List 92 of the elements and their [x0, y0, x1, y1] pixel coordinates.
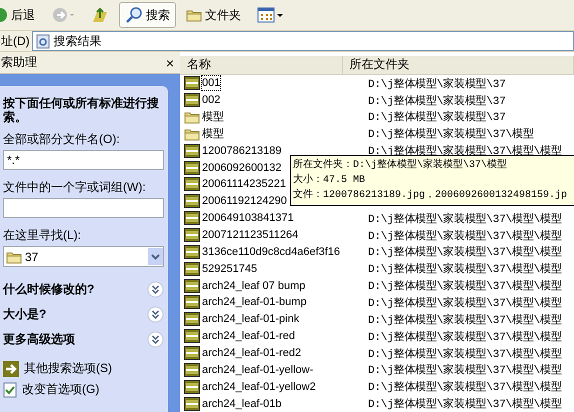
folder-path: D:\j整体模型\家装模型\37 [367, 94, 506, 108]
folder-path: D:\j整体模型\家装模型\37\模型\模型 [367, 244, 562, 260]
field-label: 全部或部分文件名(O): [3, 131, 121, 148]
image-file-icon [184, 312, 200, 326]
folder-path: D:\j整体模型\家装模型\37\模型\模型 [367, 296, 562, 310]
folder-icon [186, 8, 202, 22]
address-field[interactable]: 搜索结果 [32, 31, 574, 51]
image-file-icon [184, 228, 200, 242]
search-icon [125, 6, 143, 24]
file-name[interactable]: 2006092600132 [201, 160, 283, 176]
folders-button[interactable]: 文件夹 [180, 2, 247, 28]
search-prompt: 按下面任何或所有标准进行搜索。 [3, 96, 160, 124]
folder-path: D:\j整体模型\家装模型\37\模型\模型 [367, 346, 562, 361]
input-field[interactable] [3, 198, 164, 218]
field-label: 在这里寻找(L): [3, 227, 82, 244]
file-name[interactable]: arch24_leaf 07 bump [201, 278, 306, 294]
arrow-icon [3, 360, 19, 376]
image-file-icon [184, 380, 200, 394]
file-name[interactable]: 2007121123511264 [201, 227, 300, 243]
image-file-icon [184, 295, 200, 310]
option-link[interactable]: 其他搜索选项(S) [3, 358, 164, 379]
folder-icon [184, 126, 200, 141]
section-title: 什么时候修改的? [3, 281, 94, 298]
image-file-icon [184, 211, 200, 226]
expand-icon[interactable] [147, 281, 164, 298]
file-name[interactable]: arch24_leaf-01-red [201, 328, 296, 344]
file-name[interactable]: 模型 [201, 126, 225, 142]
image-file-icon [184, 396, 200, 411]
image-file-icon [184, 194, 200, 208]
folder-path: D:\j整体模型\家装模型\37\模型\模型 [367, 330, 562, 344]
file-name[interactable]: arch24_leaf-01-pink [201, 311, 300, 328]
address-label: 址(D) [0, 32, 31, 50]
image-file-icon [184, 278, 200, 293]
search-results-icon [36, 34, 50, 48]
file-name[interactable]: 20061192124290 [201, 193, 288, 210]
file-name[interactable]: arch24_leaf-01-bump [201, 294, 308, 310]
expand-icon[interactable] [147, 306, 164, 323]
image-file-icon [184, 262, 200, 276]
section-title: 大小是? [3, 306, 46, 323]
tooltip-line: 大小：47.5 MB [293, 173, 366, 188]
image-file-icon [184, 144, 200, 158]
pane-title: 索助理 [1, 54, 37, 71]
field-label: 文件中的一个字或词组(W): [3, 179, 147, 196]
input-field[interactable]: *.* [3, 150, 164, 170]
views-grid-icon [257, 7, 283, 23]
column-header[interactable]: 所在文件夹 [342, 56, 574, 74]
tooltip-line: 所在文件夹：D:\j整体模型\家装模型\37\模型 [293, 158, 508, 173]
look-in-dropdown[interactable]: 37 [3, 246, 164, 267]
file-name[interactable]: 3136ce110d9c8cd4a6ef3f16 [201, 244, 342, 260]
file-name[interactable]: 002 [201, 92, 222, 108]
image-file-icon [184, 76, 200, 90]
image-file-icon [184, 93, 200, 108]
forward-arrow-icon [51, 6, 75, 24]
option-link[interactable]: 改变首选项(G) [3, 379, 164, 400]
document-check-icon [3, 382, 17, 398]
close-button[interactable]: × [166, 54, 174, 70]
folder-path: D:\j整体模型\家装模型\37\模型\模型 [367, 312, 562, 327]
up-folder-icon [91, 6, 109, 24]
folder-path: D:\j整体模型\家装模型\37 [367, 110, 506, 124]
folder-path: D:\j整体模型\家装模型\37\模型\模型 [367, 278, 562, 294]
folder-path: D:\j整体模型\家装模型\37\模型\模型 [367, 396, 562, 412]
tooltip-line: 文件：1200786213189.jpg，2006092600132498159.jp [293, 188, 568, 203]
image-file-icon [184, 244, 200, 259]
folder-path: D:\j整体模型\家装模型\37 [367, 76, 506, 91]
search-button[interactable]: 搜索 [119, 2, 176, 28]
column-header[interactable]: 名称 [180, 56, 343, 74]
file-name[interactable]: arch24_leaf-01-yellow2 [201, 378, 317, 395]
folder-path: D:\j整体模型\家装模型\37\模型 [367, 126, 534, 142]
file-name[interactable]: 529251745 [201, 260, 258, 277]
folder-path: D:\j整体模型\家装模型\37\模型\模型 [367, 212, 562, 226]
back-button[interactable]: 后退 [0, 2, 41, 28]
image-file-icon [184, 329, 200, 344]
image-file-icon [184, 362, 200, 377]
folder-path: D:\j整体模型\家装模型\37\模型\模型 [367, 262, 562, 276]
image-file-icon [184, 177, 200, 192]
expand-icon[interactable] [147, 331, 164, 348]
file-name[interactable]: 模型 [201, 108, 225, 125]
folder-path: D:\j整体模型\家装模型\37\模型\模型 [367, 380, 562, 394]
folder-path: D:\j整体模型\家装模型\37\模型\模型 [367, 228, 562, 242]
folder-icon [184, 110, 200, 124]
file-name[interactable]: arch24_leaf-01-red2 [201, 345, 302, 362]
image-file-icon [184, 160, 200, 175]
file-name[interactable]: 200649103841371 [201, 210, 295, 226]
folder-path: D:\j整体模型\家装模型\37\模型\模型 [367, 362, 562, 378]
section-title: 更多高级选项 [3, 331, 75, 348]
file-name[interactable]: 1200786213189 [201, 142, 283, 159]
image-file-icon [184, 346, 200, 360]
folder-icon [6, 250, 22, 264]
file-name[interactable]: arch24_leaf-01-yellow- [201, 362, 314, 378]
file-name[interactable]: 001 [201, 75, 222, 92]
file-name[interactable]: arch24_leaf-01b [201, 396, 283, 412]
file-name[interactable]: 20061114235221 [201, 176, 288, 192]
